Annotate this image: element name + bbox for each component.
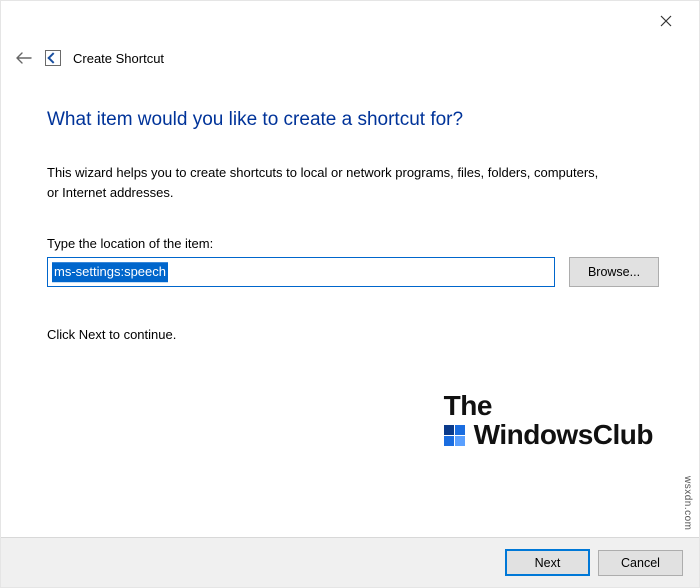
header: Create Shortcut xyxy=(15,49,164,67)
close-button[interactable] xyxy=(645,7,687,35)
windows-logo-icon xyxy=(444,424,466,446)
wizard-window: Create Shortcut What item would you like… xyxy=(0,0,700,588)
back-arrow-icon[interactable] xyxy=(15,49,33,67)
continue-hint: Click Next to continue. xyxy=(47,327,659,342)
page-description: This wizard helps you to create shortcut… xyxy=(47,163,607,202)
page-heading: What item would you like to create a sho… xyxy=(47,109,659,131)
location-input[interactable]: ms-settings:speech xyxy=(47,257,555,287)
browse-button[interactable]: Browse... xyxy=(569,257,659,287)
location-input-value: ms-settings:speech xyxy=(52,262,168,282)
source-tag: wsxdn.com xyxy=(682,476,693,531)
window-title: Create Shortcut xyxy=(73,51,164,66)
watermark-line2-text: WindowsClub xyxy=(474,420,653,449)
footer-buttons: Next Cancel xyxy=(1,537,699,587)
shortcut-icon xyxy=(45,50,61,66)
watermark-line1: The xyxy=(444,391,653,420)
cancel-button[interactable]: Cancel xyxy=(598,550,683,576)
watermark-line2: WindowsClub xyxy=(444,420,653,449)
location-row: ms-settings:speech Browse... xyxy=(47,257,659,287)
location-label: Type the location of the item: xyxy=(47,236,659,251)
watermark: The WindowsClub xyxy=(444,391,653,450)
next-button[interactable]: Next xyxy=(505,549,590,576)
content-area: What item would you like to create a sho… xyxy=(47,109,659,342)
